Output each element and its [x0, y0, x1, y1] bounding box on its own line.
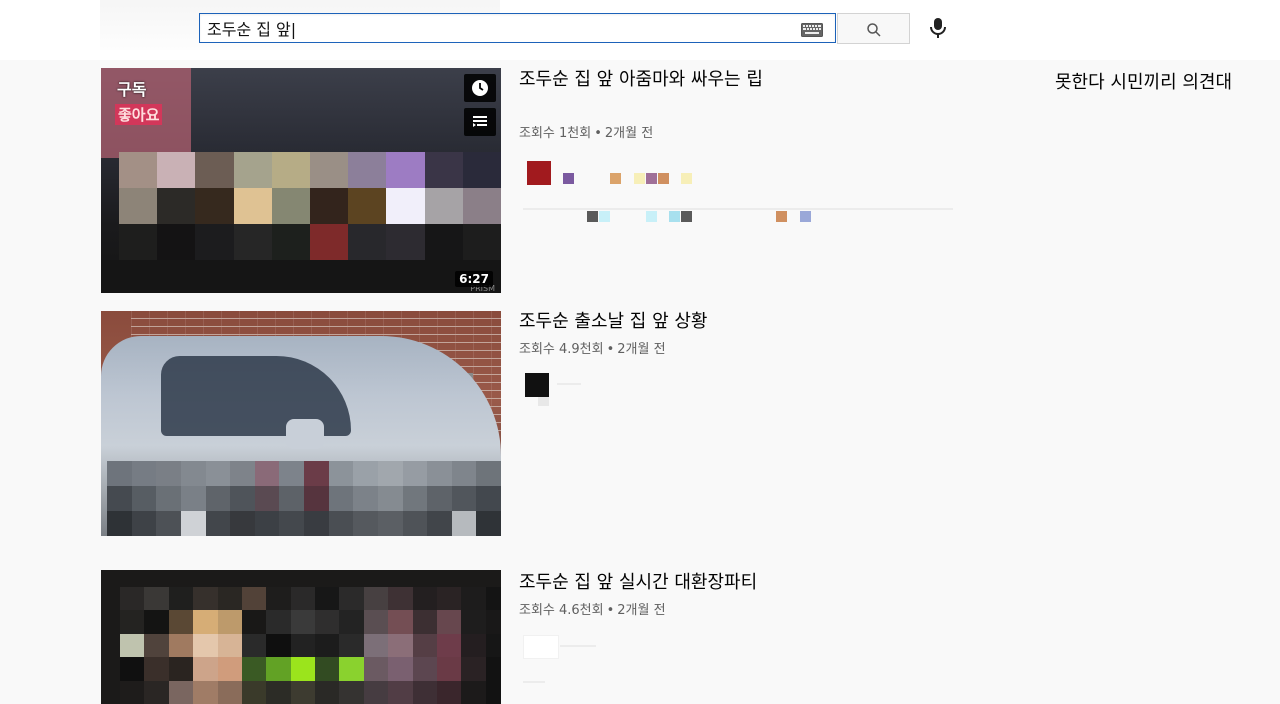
channel-avatar[interactable]	[523, 635, 559, 659]
redacted-block	[800, 211, 811, 222]
masthead	[0, 0, 1280, 60]
redacted-block	[681, 211, 692, 222]
redacted-block	[669, 211, 680, 222]
redacted-block	[599, 211, 610, 222]
view-count: 조회수 4.9천회	[519, 342, 604, 357]
search-icon	[867, 23, 881, 37]
redacted-channel-name	[557, 383, 581, 385]
video-meta-2: 조회수 4.9천회 • 2개월 전	[519, 338, 666, 357]
clock-icon	[472, 80, 488, 96]
redacted-description	[523, 681, 545, 683]
video-meta-3: 조회수 4.6천회 • 2개월 전	[519, 599, 666, 618]
video-title-3[interactable]: 조두순 집 앞 실시간 대환장파티	[519, 571, 839, 595]
thumbnail-caption: 구독	[117, 80, 147, 99]
upload-age: 2개월 전	[617, 342, 666, 357]
channel-avatar[interactable]	[525, 373, 549, 397]
blurred-region	[120, 587, 501, 704]
redacted-description	[523, 208, 953, 210]
search-input[interactable]	[207, 17, 787, 39]
thumbnail-mirror	[286, 419, 324, 449]
redacted-block	[563, 173, 574, 184]
video-meta-1: 조회수 1천회 • 2개월 전	[519, 122, 653, 141]
voice-search-button[interactable]	[924, 14, 952, 42]
thumbnail-crowd	[101, 260, 501, 293]
video-duration: 6:27	[455, 271, 493, 287]
channel-avatar[interactable]	[527, 161, 551, 185]
playlist-add-icon	[473, 116, 487, 127]
video-title-1[interactable]: 조두순 집 앞 아줌마와 싸우는 립	[519, 68, 799, 92]
keyboard-icon[interactable]	[801, 22, 823, 37]
redacted-channel-name	[560, 645, 596, 647]
mic-icon	[930, 18, 946, 38]
search-box[interactable]	[199, 13, 836, 43]
redacted-block	[658, 173, 669, 184]
redacted-block	[681, 173, 692, 184]
view-count: 조회수 4.6천회	[519, 603, 604, 618]
view-count: 조회수 1천회	[519, 126, 592, 141]
blurred-region	[119, 152, 501, 260]
video-title-2[interactable]: 조두순 출소날 집 앞 상황	[519, 310, 799, 334]
redacted-block	[646, 211, 657, 222]
redacted-block	[646, 173, 657, 184]
redacted-block	[587, 211, 598, 222]
redacted-block	[610, 173, 621, 184]
adjacent-title-fragment: 못한다 시민끼리 의견대	[1055, 72, 1233, 93]
meta-separator: •	[606, 603, 615, 618]
video-thumbnail-2[interactable]	[101, 311, 501, 536]
blurred-plate-region	[107, 461, 501, 536]
meta-separator: •	[594, 126, 602, 141]
redacted-block	[776, 211, 787, 222]
meta-separator: •	[606, 342, 615, 357]
add-to-queue-button[interactable]	[464, 108, 496, 136]
watch-later-button[interactable]	[464, 74, 496, 102]
video-thumbnail-1[interactable]: 구독 좋아요 PRISM 6:27	[101, 68, 501, 293]
upload-age: 2개월 전	[617, 603, 666, 618]
thumbnail-caption-2: 좋아요	[115, 104, 163, 125]
search-button[interactable]	[837, 13, 910, 44]
video-thumbnail-3[interactable]	[101, 570, 501, 704]
redacted-block	[634, 173, 645, 184]
redacted-block	[538, 397, 549, 406]
upload-age: 2개월 전	[604, 126, 654, 141]
